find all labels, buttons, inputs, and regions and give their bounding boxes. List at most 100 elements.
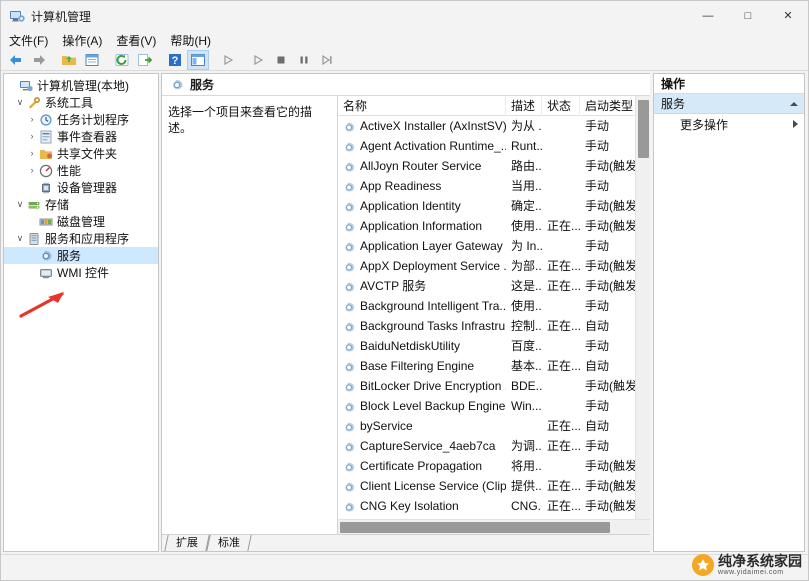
- stop-service-icon[interactable]: [270, 50, 292, 70]
- column-header-status[interactable]: 状态: [542, 96, 580, 116]
- table-row[interactable]: AppX Deployment Service ... 为部... 正在... 手动(…: [338, 256, 635, 276]
- table-row[interactable]: Application Identity确定...手动(触发...本: [338, 196, 635, 216]
- services-vertical-scrollbar[interactable]: [635, 96, 650, 519]
- menu-help[interactable]: 帮助(H): [170, 32, 211, 49]
- annotation-arrow-icon: [19, 292, 64, 318]
- horizontal-scroll-thumb[interactable]: [340, 522, 610, 533]
- service-icon: [342, 320, 356, 333]
- tree-item-device-manager[interactable]: 设备管理器: [4, 179, 158, 196]
- column-header-startup-type[interactable]: 启动类型: [580, 96, 635, 116]
- action-more-actions[interactable]: 更多操作: [654, 114, 804, 134]
- tree-twisty[interactable]: ›: [26, 132, 38, 141]
- service-startup-type-cell: 自动: [585, 319, 610, 333]
- services-rows[interactable]: ActiveX Installer (AxInstSV)为从 ...手动本Age…: [338, 116, 635, 519]
- tree-item-task-scheduler[interactable]: › 任务计划程序: [4, 111, 158, 128]
- table-row[interactable]: Application Layer Gateway ...为 In...手动本: [338, 236, 635, 256]
- properties-icon[interactable]: [81, 50, 103, 70]
- table-row[interactable]: Background Intelligent Tra...使用...手动本: [338, 296, 635, 316]
- pause-service-icon[interactable]: [293, 50, 315, 70]
- tree-item-disk-management[interactable]: 磁盘管理: [4, 213, 158, 230]
- table-row[interactable]: Agent Activation Runtime_...Runt...手动本: [338, 136, 635, 156]
- table-row[interactable]: Client License Service (Clip... 提供... 正在..…: [338, 476, 635, 496]
- tree-item-performance[interactable]: › 性能: [4, 162, 158, 179]
- menu-action[interactable]: 操作(A): [62, 32, 102, 49]
- tree-item-system-tools[interactable]: ∨ 系统工具: [4, 94, 158, 111]
- service-startup-type-cell: 手动: [585, 139, 610, 153]
- tree-twisty[interactable]: ∨: [14, 98, 26, 107]
- tree-twisty[interactable]: ›: [26, 166, 38, 175]
- tree-twisty[interactable]: ∨: [14, 234, 26, 243]
- menu-file[interactable]: 文件(F): [9, 32, 48, 49]
- actions-group-services[interactable]: 服务: [654, 94, 804, 114]
- service-name-label: AVCTP 服务: [360, 279, 427, 293]
- tree-item-services[interactable]: 服务: [4, 247, 158, 264]
- show-hide-console-tree-icon[interactable]: [187, 49, 209, 70]
- shared-folder-icon: [38, 147, 54, 161]
- tree-item-event-viewer[interactable]: › 事件查看器: [4, 128, 158, 145]
- console-tree-pane[interactable]: 计算机管理(本地) ∨ 系统工具 › 任务计划程序 › 事件查看器 › 共享文件…: [3, 73, 159, 552]
- service-icon: [342, 440, 356, 453]
- tree-item-storage[interactable]: ∨ 存储: [4, 196, 158, 213]
- refresh-icon[interactable]: [111, 50, 133, 70]
- menu-view[interactable]: 查看(V): [116, 32, 156, 49]
- back-icon[interactable]: [5, 50, 27, 70]
- toolbar-separator: [157, 51, 163, 69]
- column-header-description[interactable]: 描述: [506, 96, 542, 116]
- resume-service-icon[interactable]: [247, 50, 269, 70]
- column-header-name[interactable]: 名称: [338, 96, 506, 116]
- watermark-badge-icon: [692, 554, 714, 576]
- service-status-cell: [542, 456, 580, 476]
- table-row[interactable]: AllJoyn Router Service路由...手动(触发...本: [338, 156, 635, 176]
- table-row[interactable]: BaiduNetdiskUtility百度...手动本: [338, 336, 635, 356]
- tree-twisty[interactable]: ›: [26, 115, 38, 124]
- table-row[interactable]: Block Level Backup Engine ...Win...手动本: [338, 396, 635, 416]
- table-row[interactable]: Certificate Propagation将用...手动(触发...本: [338, 456, 635, 476]
- services-pane-header: 服务: [162, 74, 650, 96]
- start-service-icon[interactable]: [217, 50, 239, 70]
- close-button[interactable]: ✕: [768, 1, 808, 31]
- forward-icon[interactable]: [28, 50, 50, 70]
- table-row[interactable]: App Readiness当用...手动本: [338, 176, 635, 196]
- service-description-cell: Win...: [511, 399, 542, 413]
- table-row[interactable]: CNG Key IsolationCNG...正在...手动(触发...本: [338, 496, 635, 516]
- services-horizontal-scrollbar[interactable]: [338, 519, 650, 534]
- tab-extended[interactable]: 扩展: [164, 535, 210, 551]
- tab-standard[interactable]: 标准: [206, 535, 252, 551]
- table-row[interactable]: Application Information 使用... 正在... 手动(触发..…: [338, 216, 635, 236]
- help-icon[interactable]: ?: [164, 50, 186, 70]
- table-row[interactable]: BitLocker Drive Encryption ... BDE... 手动(触…: [338, 376, 635, 396]
- service-description-cell: 控制...: [511, 319, 542, 333]
- service-name-label: BitLocker Drive Encryption ...: [360, 379, 506, 393]
- collapse-caret-icon[interactable]: [790, 101, 798, 106]
- service-description-cell: 使用...: [511, 219, 542, 233]
- table-row[interactable]: AVCTP 服务这是...正在...手动(触发...本: [338, 276, 635, 296]
- maximize-button[interactable]: □: [728, 1, 768, 31]
- export-list-icon[interactable]: [134, 50, 156, 70]
- table-row[interactable]: Base Filtering Engine基本...正在...自动本: [338, 356, 635, 376]
- table-row[interactable]: Background Tasks Infrastru... 控制... 正在... 自…: [338, 316, 635, 336]
- table-row[interactable]: ActiveX Installer (AxInstSV)为从 ...手动本: [338, 116, 635, 136]
- service-name-cell: BitLocker Drive Encryption ...: [338, 376, 506, 396]
- tree-twisty[interactable]: ∨: [14, 200, 26, 209]
- up-folder-icon[interactable]: [58, 50, 80, 70]
- service-status-cell: [542, 136, 580, 156]
- service-description-cell: 为调...: [511, 439, 542, 453]
- service-icon: [342, 400, 356, 413]
- service-name-label: AppX Deployment Service ...: [360, 259, 506, 273]
- service-icon: [342, 340, 356, 353]
- tree-item-services-and-applications[interactable]: ∨ 服务和应用程序: [4, 230, 158, 247]
- tree-item-shared-folders[interactable]: › 共享文件夹: [4, 145, 158, 162]
- computer-icon: [18, 79, 34, 93]
- service-description-cell: 为部...: [511, 259, 542, 273]
- tree-twisty[interactable]: ›: [26, 149, 38, 158]
- service-status-cell: 正在...: [547, 319, 580, 333]
- vertical-scroll-thumb[interactable]: [638, 100, 649, 158]
- service-name-cell: Agent Activation Runtime_...: [338, 136, 506, 156]
- tree-item-computer-management[interactable]: 计算机管理(本地): [4, 77, 158, 94]
- minimize-button[interactable]: —: [688, 1, 728, 31]
- restart-service-icon[interactable]: [316, 50, 338, 70]
- tree-item-wmi-control[interactable]: WMI 控件: [4, 264, 158, 281]
- table-row[interactable]: CaptureService_4aeb7ca为调...正在...手动本: [338, 436, 635, 456]
- service-startup-type-cell: 手动(触发...: [585, 379, 635, 393]
- table-row[interactable]: byService正在...自动本: [338, 416, 635, 436]
